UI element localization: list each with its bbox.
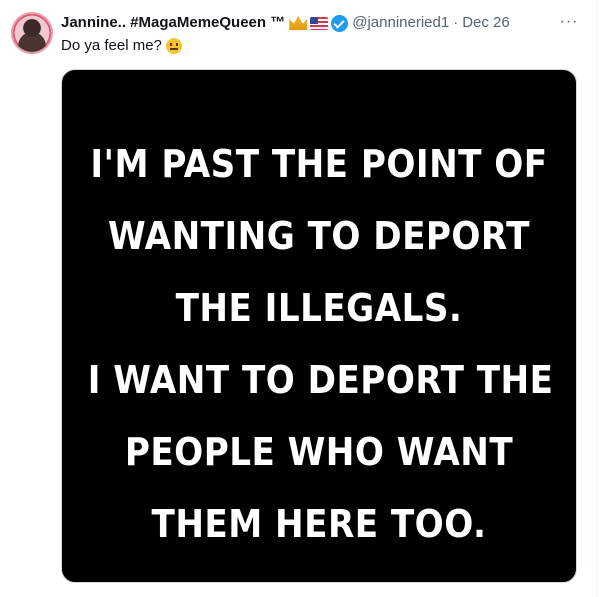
meme-line: PEOPLE WHO WANT <box>124 430 514 474</box>
meme-line: I'M PAST THE POINT OF <box>90 142 548 186</box>
author-handle[interactable]: @jannineried1 <box>352 13 449 33</box>
tweet-header: Jannine.. #MagaMemeQueen ™ @jannineried1… <box>61 13 510 33</box>
tweet[interactable]: Jannine.. #MagaMemeQueen ™ @jannineried1… <box>0 0 599 597</box>
tweet-text-content: Do ya feel me? <box>61 37 162 54</box>
meme-line: WANTING TO DEPORT <box>108 214 530 258</box>
separator: · <box>453 14 459 31</box>
us-flag-emoji-icon <box>310 16 329 30</box>
crown-emoji-icon <box>289 16 308 30</box>
meme-line: THEM HERE TOO. <box>151 502 487 546</box>
tweet-date[interactable]: Dec 26 <box>462 13 510 33</box>
meme-line: I WANT TO DEPORT THE <box>87 358 554 402</box>
tweet-media-image[interactable]: I'M PAST THE POINT OF WANTING TO DEPORT … <box>61 69 577 583</box>
meme-line: THE ILLEGALS. <box>175 286 463 330</box>
meme-text: I'M PAST THE POINT OF WANTING TO DEPORT … <box>87 128 554 560</box>
author-name[interactable]: Jannine.. #MagaMemeQueen ™ <box>61 13 285 33</box>
more-options-icon[interactable]: ··· <box>557 10 581 34</box>
avatar[interactable] <box>11 12 53 54</box>
neutral-face-emoji-icon <box>165 38 182 54</box>
tweet-text: Do ya feel me? <box>61 36 182 56</box>
divider <box>596 0 597 597</box>
verified-badge-icon[interactable] <box>331 14 349 32</box>
